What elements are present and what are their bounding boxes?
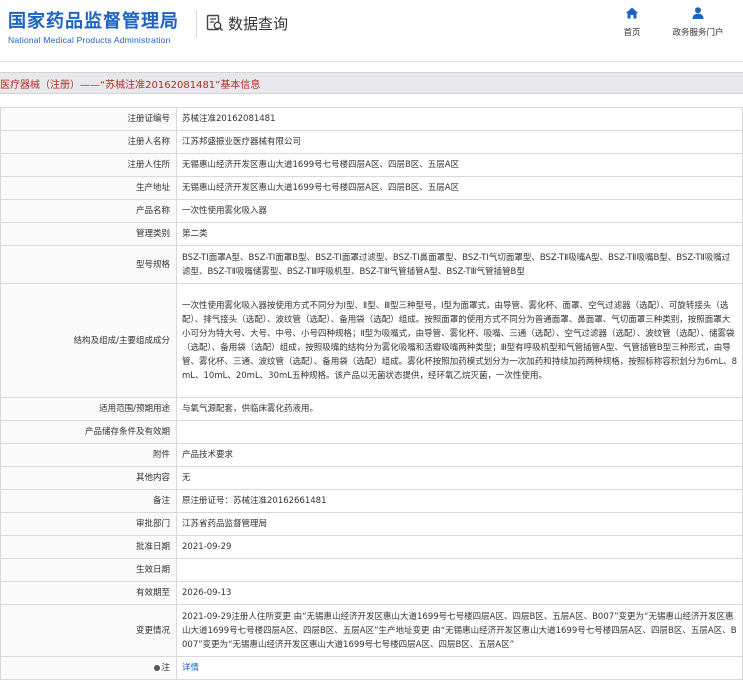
row-value: 江苏省药品监督管理局 (176, 512, 743, 536)
row-value: 江苏邦盛振业医疗器械有限公司 (176, 130, 743, 154)
row-label: 附件 (0, 443, 177, 467)
table-row: 注册证编号 苏械注准20162081481 (0, 107, 743, 131)
home-icon (626, 7, 638, 19)
row-value (176, 558, 743, 582)
nav-service-label: 政务服务门户 (672, 28, 724, 38)
header-divider (196, 10, 197, 38)
section-heading: 数据查询 (206, 11, 288, 35)
row-value: 无 (176, 466, 743, 490)
nav-service-portal[interactable]: 政务服务门户 (668, 6, 728, 38)
table-row: 生产地址 无锡惠山经济开发区惠山大道1699号七号楼四层A区、四层B区、五层A区 (0, 176, 743, 200)
site-logo[interactable]: 国家药品监督管理局 National Medical Products Admi… (8, 7, 179, 45)
table-row: 备注 原注册证号：苏械注准20162661481 (0, 489, 743, 513)
row-label: 生效日期 (0, 558, 177, 582)
table-row: 其他内容 无 (0, 466, 743, 490)
logo-chinese-name: 国家药品监督管理局 (8, 11, 179, 32)
row-value: 2021-09-29 (176, 535, 743, 559)
row-label: 适用范围/预期用途 (0, 397, 177, 421)
row-label: 生产地址 (0, 176, 177, 200)
row-value: 一次性使用雾化吸入器按使用方式不同分为Ⅰ型、Ⅱ型、Ⅲ型三种型号，Ⅰ型为面罩式，由… (176, 283, 743, 398)
table-row: 管理类别 第二类 (0, 222, 743, 246)
row-label: 产品名称 (0, 199, 177, 223)
row-label: 审批部门 (0, 512, 177, 536)
section-title: 数据查询 (228, 14, 289, 33)
row-label: 变更情况 (0, 604, 177, 657)
site-header: 国家药品监督管理局 National Medical Products Admi… (0, 0, 743, 62)
row-value: 2021-09-29注册人住所变更 由“无锡惠山经济开发区惠山大道1699号七号… (176, 604, 743, 657)
detail-table-wrap: 注册证编号 苏械注准20162081481 注册人名称 江苏邦盛振业医疗器械有限… (0, 107, 743, 680)
note-label-cell: 注 (0, 656, 177, 680)
row-label: 管理类别 (0, 222, 177, 246)
logo-english-name: National Medical Products Administration (8, 35, 171, 45)
row-label: 批准日期 (0, 535, 177, 559)
row-label: 注册证编号 (0, 107, 177, 131)
note-label: 注 (161, 663, 170, 673)
row-value: 苏械注准20162081481 (176, 107, 743, 131)
nav-home[interactable]: 首页 (617, 6, 647, 38)
row-value: BSZ-TⅠ面罩A型、BSZ-TⅠ面罩B型、BSZ-TⅠ面罩过滤型、BSZ-TⅠ… (176, 245, 743, 284)
row-label: 产品储存条件及有效期 (0, 420, 177, 444)
table-row: 结构及组成/主要组成成分 一次性使用雾化吸入器按使用方式不同分为Ⅰ型、Ⅱ型、Ⅲ型… (0, 283, 743, 398)
row-label: 结构及组成/主要组成成分 (0, 283, 177, 398)
row-value: 无锡惠山经济开发区惠山大道1699号七号楼四层A区、四层B区、五层A区 (176, 153, 743, 177)
record-title-bar: 医疗器械（注册）——“苏械注准20162081481”基本信息 (0, 72, 743, 94)
search-document-icon (206, 14, 224, 32)
table-row: 审批部门 江苏省药品监督管理局 (0, 512, 743, 536)
row-value: 2026-09-13 (176, 581, 743, 605)
record-title: 医疗器械（注册）——“苏械注准20162081481”基本信息 (0, 79, 261, 91)
table-row: 变更情况 2021-09-29注册人住所变更 由“无锡惠山经济开发区惠山大道16… (0, 604, 743, 657)
table-row: 型号规格 BSZ-TⅠ面罩A型、BSZ-TⅠ面罩B型、BSZ-TⅠ面罩过滤型、B… (0, 245, 743, 284)
row-value: 与氧气源配套，供临床雾化药液用。 (176, 397, 743, 421)
row-value: 第二类 (176, 222, 743, 246)
row-value: 产品技术要求 (176, 443, 743, 467)
detail-table: 注册证编号 苏械注准20162081481 注册人名称 江苏邦盛振业医疗器械有限… (0, 107, 743, 680)
note-row: 注 详情 (0, 656, 743, 680)
table-row: 批准日期 2021-09-29 (0, 535, 743, 559)
row-value: 原注册证号：苏械注准20162661481 (176, 489, 743, 513)
details-link[interactable]: 详情 (176, 656, 743, 680)
table-row: 产品储存条件及有效期 (0, 420, 743, 444)
row-label: 其他内容 (0, 466, 177, 490)
row-label: 备注 (0, 489, 177, 513)
row-value: 一次性使用雾化吸入器 (176, 199, 743, 223)
table-row: 适用范围/预期用途 与氧气源配套，供临床雾化药液用。 (0, 397, 743, 421)
row-label: 型号规格 (0, 245, 177, 284)
user-icon (692, 7, 704, 19)
row-label: 注册人住所 (0, 153, 177, 177)
note-dot-icon (154, 664, 161, 671)
nav-home-label: 首页 (623, 28, 641, 38)
row-label: 有效期至 (0, 581, 177, 605)
table-row: 产品名称 一次性使用雾化吸入器 (0, 199, 743, 223)
table-row: 注册人名称 江苏邦盛振业医疗器械有限公司 (0, 130, 743, 154)
table-row: 生效日期 (0, 558, 743, 582)
row-value (176, 420, 743, 444)
table-row: 附件 产品技术要求 (0, 443, 743, 467)
row-value: 无锡惠山经济开发区惠山大道1699号七号楼四层A区、四层B区、五层A区 (176, 176, 743, 200)
row-label: 注册人名称 (0, 130, 177, 154)
table-row: 有效期至 2026-09-13 (0, 581, 743, 605)
table-row: 注册人住所 无锡惠山经济开发区惠山大道1699号七号楼四层A区、四层B区、五层A… (0, 153, 743, 177)
